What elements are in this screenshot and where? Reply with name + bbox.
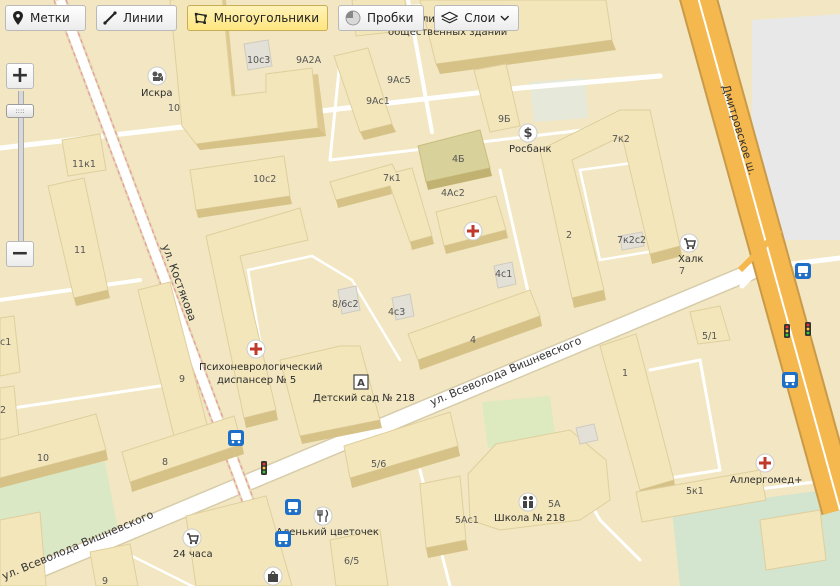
svg-text:A: A [357, 378, 365, 389]
svg-text:4с3: 4с3 [388, 307, 405, 318]
hospital-icon[interactable] [463, 221, 483, 241]
svg-text:9А2А: 9А2А [296, 55, 322, 66]
marks-button-label: Метки [30, 11, 70, 25]
map-canvas[interactable]: Дмитровское ш. ул. Костякова ул. Всеволо… [0, 0, 840, 586]
svg-text:10с3: 10с3 [247, 55, 270, 66]
traffic-icon [345, 10, 361, 26]
svg-text:с1: с1 [0, 337, 11, 348]
poi-label-halk: Халк [678, 254, 703, 265]
zoom-in-label: + [10, 63, 30, 88]
cart-icon[interactable] [182, 528, 202, 548]
lines-button-label: Линии [123, 11, 164, 25]
poi-label-flower: Аленький цветочек [276, 527, 379, 538]
traffic-button-label: Пробки [367, 11, 414, 25]
traffic-light-icon [261, 461, 267, 475]
zoom-in-button[interactable]: + [6, 63, 34, 89]
poi-label-dispanser-1: Психоневрологический [199, 362, 322, 373]
svg-text:11: 11 [74, 245, 86, 256]
svg-text:5/6: 5/6 [371, 459, 386, 470]
layers-button-label: Слои [464, 11, 496, 25]
poi-label-dispanser-2: диспансер № 5 [217, 375, 296, 386]
bus-stop-icon[interactable] [782, 372, 798, 388]
svg-text:4Б: 4Б [452, 154, 465, 165]
svg-text:10с2: 10с2 [253, 174, 276, 185]
svg-text:7к1: 7к1 [383, 173, 401, 184]
poi-label-school: Школа № 218 [494, 513, 565, 524]
svg-text:8: 8 [162, 457, 168, 468]
lines-button[interactable]: Линии [96, 5, 177, 31]
svg-text:9Ас5: 9Ас5 [387, 75, 411, 86]
restaurant-icon[interactable] [313, 506, 333, 526]
svg-text:9Ас1: 9Ас1 [366, 96, 390, 107]
cart-icon[interactable] [679, 233, 699, 253]
traffic-light-icon [784, 324, 790, 338]
svg-text:9Б: 9Б [498, 114, 511, 125]
chevron-down-icon [500, 15, 510, 21]
svg-text:11к1: 11к1 [72, 159, 96, 170]
svg-text:5/1: 5/1 [702, 331, 717, 342]
zoom-out-button[interactable]: − [6, 241, 34, 267]
svg-text:7к2с2: 7к2с2 [617, 235, 646, 246]
bank-icon[interactable]: $ [518, 123, 538, 143]
svg-text:8/6с2: 8/6с2 [332, 299, 359, 310]
hospital-icon[interactable] [246, 339, 266, 359]
svg-text:6/5: 6/5 [344, 556, 359, 567]
svg-text:4: 4 [470, 335, 476, 346]
svg-text:4Ас2: 4Ас2 [441, 188, 465, 199]
svg-text:5А: 5А [548, 499, 561, 510]
bag-icon[interactable] [263, 566, 283, 586]
svg-text:7: 7 [679, 266, 685, 277]
traffic-light-icon [805, 322, 811, 336]
svg-text:4с1: 4с1 [495, 269, 512, 280]
cinema-icon[interactable] [147, 66, 167, 86]
zoom-control: + :::: − [6, 63, 34, 267]
layers-button[interactable]: Слои [434, 5, 519, 31]
polygons-button-label: Многоугольники [213, 11, 319, 25]
traffic-button[interactable]: Пробки [338, 5, 424, 31]
zoom-out-label: − [10, 241, 30, 266]
poi-label-iskra: Искра [141, 88, 173, 99]
bus-stop-icon[interactable] [275, 531, 291, 547]
bus-stop-icon[interactable] [285, 499, 301, 515]
bus-stop-icon[interactable] [795, 263, 811, 279]
poi-label-24-hours: 24 часа [173, 549, 213, 560]
svg-text:10: 10 [37, 453, 49, 464]
svg-text:1: 1 [622, 368, 628, 379]
poi-label-kindergarten: Детский сад № 218 [313, 393, 415, 404]
school-icon[interactable] [518, 492, 538, 512]
svg-text:5Ас1: 5Ас1 [455, 515, 479, 526]
layers-icon [441, 11, 459, 24]
bus-stop-icon[interactable] [228, 430, 244, 446]
line-icon [103, 11, 117, 25]
svg-text:9: 9 [179, 374, 185, 385]
marks-button[interactable]: Метки [5, 5, 86, 31]
kindergarten-icon[interactable]: A [353, 374, 369, 390]
zoom-slider-handle[interactable]: :::: [6, 104, 34, 118]
hospital-icon[interactable] [755, 453, 775, 473]
svg-text:7к2: 7к2 [612, 134, 630, 145]
svg-text:2: 2 [0, 405, 6, 416]
svg-text:$: $ [523, 126, 532, 141]
svg-text:2: 2 [566, 230, 572, 241]
placemark-icon [13, 11, 23, 25]
poi-label-rosbank: Росбанк [509, 144, 552, 155]
polygons-button[interactable]: Многоугольники [187, 5, 328, 31]
polygon-icon [194, 12, 207, 24]
svg-text:5к1: 5к1 [686, 486, 704, 497]
svg-text:10: 10 [168, 103, 180, 114]
svg-text:9: 9 [102, 576, 108, 586]
poi-label-allergomed: Аллергомед+ [730, 475, 803, 486]
